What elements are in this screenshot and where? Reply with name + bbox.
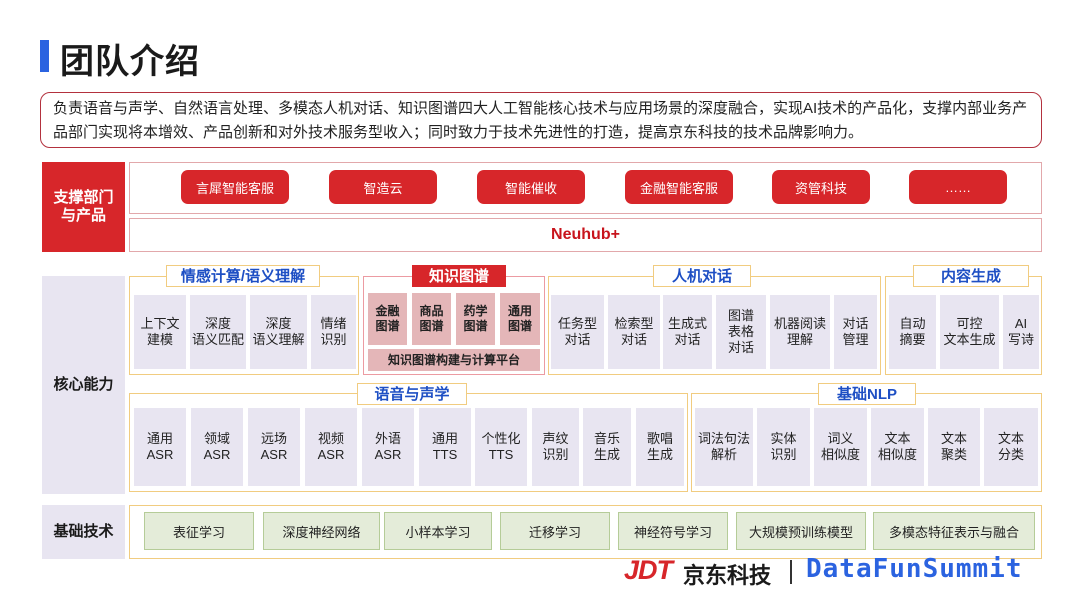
product-cuishou: 智能催收 <box>477 170 585 204</box>
card-text-clustering: 文本 聚类 <box>928 408 980 486</box>
product-ziguan: 资管科技 <box>772 170 870 204</box>
jdt-logo: JDT <box>624 555 673 585</box>
card-foreign-asr: 外语 ASR <box>362 408 414 486</box>
datafunsummit-logo: DataFunSummit <box>806 554 1023 584</box>
card-retrieval-dialog: 检索型 对话 <box>608 295 660 369</box>
foundation-multimodal: 多模态特征表示与融合 <box>873 512 1035 550</box>
card-kg-platform: 知识图谱构建与计算平台 <box>368 349 540 371</box>
card-kg-product: 商品 图谱 <box>412 293 451 345</box>
group-emotion-title: 情感计算/语义理解 <box>166 265 320 287</box>
card-lexical-parsing: 词法句法 解析 <box>695 408 753 486</box>
card-entity-recognition: 实体 识别 <box>757 408 810 486</box>
logo-divider <box>790 560 792 584</box>
jd-tech-logo-text: 京东科技 <box>683 563 772 588</box>
product-more: …… <box>909 170 1007 204</box>
page-title: 团队介绍 <box>60 43 200 81</box>
group-speech-title: 语音与声学 <box>357 383 467 405</box>
title-accent-bar <box>40 40 49 72</box>
card-music-gen: 音乐 生成 <box>583 408 631 486</box>
foundation-representation: 表征学习 <box>144 512 254 550</box>
card-domain-asr: 领域 ASR <box>191 408 243 486</box>
product-zhizaoyun: 智造云 <box>329 170 437 204</box>
card-text-similarity: 文本 相似度 <box>871 408 924 486</box>
card-ai-poetry: AI 写诗 <box>1003 295 1039 369</box>
group-content-title: 内容生成 <box>913 265 1029 287</box>
card-kg-finance: 金融 图谱 <box>368 293 407 345</box>
card-task-dialog: 任务型 对话 <box>551 295 604 369</box>
support-row-label: 支撑部门与产品 <box>42 162 125 252</box>
card-machine-reading: 机器阅读 理解 <box>770 295 830 369</box>
card-kg-pharma: 药学 图谱 <box>456 293 495 345</box>
card-video-asr: 视频 ASR <box>305 408 357 486</box>
card-auto-summary: 自动 摘要 <box>889 295 936 369</box>
intro-paragraph: 负责语音与声学、自然语言处理、多模态人机对话、知识图谱四大人工智能核心技术与应用… <box>40 92 1042 148</box>
foundation-fewshot: 小样本学习 <box>384 512 492 550</box>
group-kg-title: 知识图谱 <box>412 265 506 287</box>
card-generative-dialog: 生成式 对话 <box>663 295 712 369</box>
card-singing-gen: 歌唱 生成 <box>636 408 684 486</box>
foundation-deep-nn: 深度神经网络 <box>263 512 380 550</box>
foundation-neurosymbolic: 神经符号学习 <box>618 512 728 550</box>
card-text-classification: 文本 分类 <box>984 408 1038 486</box>
card-emotion-recognition: 情绪 识别 <box>311 295 356 369</box>
card-word-similarity: 词义 相似度 <box>814 408 867 486</box>
card-semantic-match: 深度 语义匹配 <box>190 295 246 369</box>
card-context-model: 上下文 建模 <box>134 295 186 369</box>
card-controllable-gen: 可控 文本生成 <box>940 295 999 369</box>
card-kg-table-dialog: 图谱 表格 对话 <box>716 295 766 369</box>
card-dialog-management: 对话 管理 <box>834 295 877 369</box>
product-jinrong-kefu: 金融智能客服 <box>625 170 733 204</box>
card-farfield-asr: 远场 ASR <box>248 408 300 486</box>
foundation-transfer: 迁移学习 <box>500 512 610 550</box>
group-nlp-title: 基础NLP <box>818 383 916 405</box>
card-semantic-understanding: 深度 语义理解 <box>250 295 307 369</box>
core-row-label: 核心能力 <box>42 276 125 494</box>
platform-neuhub: Neuhub+ <box>129 218 1042 252</box>
card-personal-tts: 个性化 TTS <box>475 408 527 486</box>
card-voiceprint: 声纹 识别 <box>532 408 579 486</box>
foundation-pretrained: 大规模预训练模型 <box>736 512 866 550</box>
card-general-asr: 通用 ASR <box>134 408 186 486</box>
group-dialog-title: 人机对话 <box>653 265 751 287</box>
card-kg-general: 通用 图谱 <box>500 293 540 345</box>
card-general-tts: 通用 TTS <box>419 408 471 486</box>
product-yanxi: 言犀智能客服 <box>181 170 289 204</box>
foundation-row-label: 基础技术 <box>42 505 125 559</box>
